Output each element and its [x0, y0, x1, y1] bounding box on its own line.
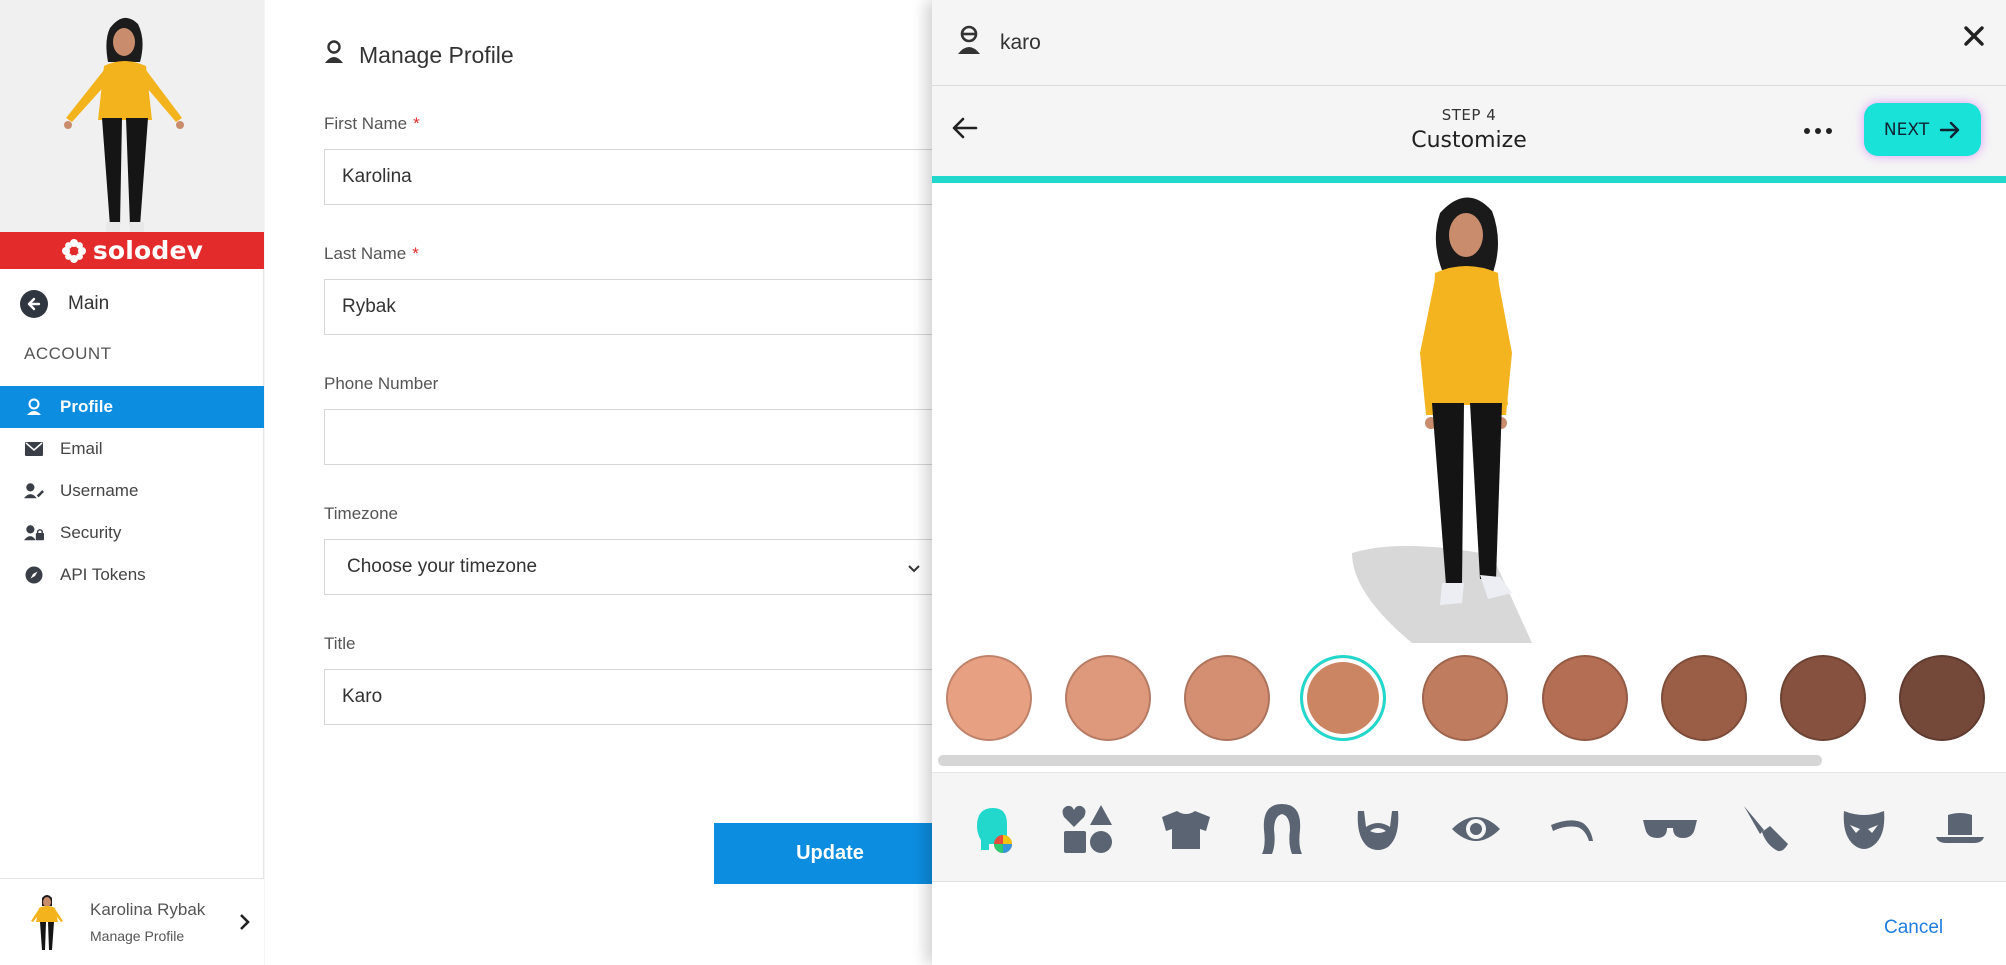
first-name-field[interactable]: Karolina — [324, 149, 1024, 205]
account-section-heading: ACCOUNT — [24, 344, 112, 363]
eye-icon[interactable] — [1446, 801, 1506, 857]
sidebar-item-label: Email — [60, 439, 103, 458]
avatar-3d-preview[interactable] — [932, 183, 2006, 643]
envelope-icon — [24, 439, 44, 459]
next-button-label: NEXT — [1883, 119, 1930, 140]
customization-categories — [932, 772, 2006, 882]
makeup-brush-icon[interactable] — [1736, 801, 1796, 857]
last-name-field[interactable]: Rybak — [324, 279, 1024, 335]
account-nav: Profile Email Username Security API Toke… — [0, 386, 264, 596]
user-subtitle: Manage Profile — [90, 928, 185, 944]
avatar-customizer-panel: karo STEP 4 Customize NEXT Cancel — [932, 0, 2006, 965]
sidebar-item-api-tokens[interactable]: API Tokens — [0, 554, 264, 596]
page-title: Manage Profile — [323, 40, 514, 70]
step-header: STEP 4 Customize NEXT — [932, 86, 2006, 176]
sidebar-item-label: API Tokens — [60, 565, 146, 584]
glasses-icon[interactable] — [1640, 801, 1700, 857]
step-progress-bar — [932, 176, 2006, 183]
skin-tone-swatch[interactable] — [1899, 655, 1985, 741]
sidebar-item-security[interactable]: Security — [0, 512, 264, 554]
skin-tone-swatch[interactable] — [1300, 655, 1386, 741]
cancel-button[interactable]: Cancel — [1884, 917, 1943, 939]
chevron-down-icon — [907, 561, 921, 579]
chevron-right-icon[interactable] — [238, 913, 250, 936]
skin-tone-swatch[interactable] — [1661, 655, 1747, 741]
user-name: Karolina Rybak — [90, 900, 206, 919]
sidebar-item-email[interactable]: Email — [0, 428, 264, 470]
skin-tone-swatch[interactable] — [1780, 655, 1866, 741]
skin-tone-swatches — [932, 650, 2006, 746]
skin-tone-swatch[interactable] — [946, 655, 1032, 741]
sidebar-item-username[interactable]: Username — [0, 470, 264, 512]
user-lock-icon — [24, 523, 44, 543]
sidebar: solodev Main ACCOUNT Profile Email Usern… — [0, 0, 264, 965]
back-circle-icon — [20, 290, 48, 318]
step-number: STEP 4 — [1441, 106, 1497, 124]
eyebrow-icon[interactable] — [1542, 801, 1602, 857]
compass-icon — [24, 565, 44, 585]
solodev-logo[interactable]: solodev — [0, 232, 264, 269]
sidebar-item-label: Profile — [60, 397, 113, 416]
close-icon[interactable] — [1964, 26, 1984, 51]
sidebar-item-label: Username — [60, 481, 139, 500]
more-options-icon[interactable] — [1804, 128, 1832, 134]
update-button[interactable]: Update — [714, 823, 946, 884]
main-link-label: Main — [68, 293, 110, 314]
shapes-icon[interactable] — [1058, 801, 1118, 857]
mask-icon[interactable] — [1834, 801, 1894, 857]
required-marker: * — [412, 244, 419, 263]
shirt-icon[interactable] — [1156, 801, 1216, 857]
title-field[interactable]: Karo — [324, 669, 1024, 725]
current-user[interactable]: Karolina Rybak Manage Profile — [0, 878, 264, 965]
timezone-value: Choose your timezone — [347, 556, 538, 577]
title-label: Title — [324, 634, 356, 653]
first-name-label: First Name * — [324, 114, 420, 134]
page-title-text: Manage Profile — [359, 41, 514, 68]
swatch-scrollbar[interactable] — [938, 755, 1822, 766]
phone-field[interactable] — [324, 409, 1024, 465]
avatar — [31, 895, 63, 950]
skin-tone-icon[interactable] — [962, 801, 1022, 857]
step-name: Customize — [1411, 128, 1527, 153]
skin-tone-swatch[interactable] — [1065, 655, 1151, 741]
required-marker: * — [413, 114, 420, 133]
next-button[interactable]: NEXT — [1864, 103, 1981, 156]
first-name-label-text: First Name — [324, 114, 408, 133]
hat-icon[interactable] — [1930, 801, 1990, 857]
arrow-right-icon — [1939, 121, 1960, 138]
skin-tone-swatch[interactable] — [1422, 655, 1508, 741]
avatar-preview — [0, 0, 264, 232]
solodev-flower-icon — [61, 238, 86, 263]
user-edit-icon — [24, 481, 44, 501]
panel-username: karo — [1000, 30, 1041, 54]
phone-label: Phone Number — [324, 374, 439, 393]
beard-icon[interactable] — [1348, 801, 1408, 857]
last-name-label: Last Name * — [324, 244, 419, 264]
skin-tone-swatch[interactable] — [1542, 655, 1628, 741]
skin-tone-swatch[interactable] — [1184, 655, 1270, 741]
sidebar-item-profile[interactable]: Profile — [0, 386, 264, 428]
main-link[interactable]: Main — [20, 290, 109, 318]
sidebar-item-label: Security — [60, 523, 122, 542]
panel-header: karo — [932, 0, 2006, 86]
brand-name: solodev — [92, 236, 204, 265]
profile-icon — [323, 40, 345, 70]
user-icon — [956, 25, 982, 60]
hair-icon[interactable] — [1252, 801, 1312, 857]
profile-icon — [24, 397, 44, 417]
timezone-label: Timezone — [324, 504, 399, 523]
last-name-label-text: Last Name — [324, 244, 407, 263]
